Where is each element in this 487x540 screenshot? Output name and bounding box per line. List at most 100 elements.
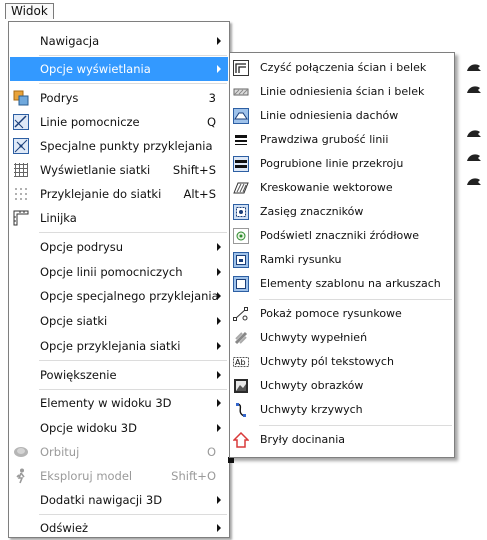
menu-item-label: Orbituj bbox=[40, 445, 80, 459]
submenu-item-label: Linie odniesienia ścian i belek bbox=[260, 85, 425, 98]
separator bbox=[39, 360, 227, 361]
text-handles-icon: Ab bbox=[233, 354, 249, 370]
shortcut-label: 3 bbox=[208, 91, 216, 105]
menu-item-odswiez[interactable]: Odśwież bbox=[10, 516, 228, 540]
menu-item-eksploruj-model[interactable]: Eksploruj model Shift+O bbox=[10, 464, 228, 488]
menu-item-opcje-widoku-3d[interactable]: Opcje widoku 3D bbox=[10, 416, 228, 440]
menu-item-label: Odśwież bbox=[40, 521, 89, 535]
true-line-weight-icon bbox=[233, 132, 249, 148]
menu-item-label: Powiększenie bbox=[40, 368, 117, 382]
menu-widok[interactable]: Widok bbox=[5, 3, 54, 19]
menu-item-label: Opcje widoku 3D bbox=[40, 421, 137, 435]
menu-item-opcje-siatki[interactable]: Opcje siatki bbox=[10, 309, 228, 333]
submenu-item-ramki-rysunku[interactable]: Ramki rysunku bbox=[231, 248, 453, 272]
submenu-arrow-icon bbox=[217, 65, 221, 73]
menu-item-opcje-specjalnego-przyklejania[interactable]: Opcje specjalnego przyklejania bbox=[10, 284, 228, 308]
menu-item-nawigacja[interactable]: Nawigacja bbox=[10, 29, 228, 53]
shortcut-label: Alt+S bbox=[183, 187, 216, 201]
trim-body-icon bbox=[232, 431, 250, 448]
submenu-item-label: Uchwyty krzywych bbox=[260, 403, 363, 416]
submenu-arrow-icon bbox=[217, 243, 221, 251]
submenu-arrow-icon bbox=[217, 524, 221, 532]
submenu-item-elementy-szablonu[interactable]: Elementy szablonu na arkuszach bbox=[231, 272, 453, 296]
menu-item-specjalne-punkty[interactable]: Specjalne punkty przyklejania bbox=[10, 134, 228, 158]
menu-item-label: Opcje linii pomocniczych bbox=[40, 265, 183, 279]
submenu-item-uchwyty-obrazkow[interactable]: Uchwyty obrazków bbox=[231, 374, 453, 398]
menu-item-label: Nawigacja bbox=[40, 34, 100, 48]
submenu-arrow-icon bbox=[217, 317, 221, 325]
shortcut-label: O bbox=[206, 445, 216, 459]
tool-cursor-icon bbox=[466, 128, 482, 142]
menu-item-opcje-podrysu[interactable]: Opcje podrysu bbox=[10, 235, 228, 259]
menu-item-wyswietlanie-siatki[interactable]: Wyświetlanie siatki Shift+S bbox=[10, 158, 228, 182]
submenu-arrow-icon bbox=[217, 371, 221, 379]
separator bbox=[39, 389, 227, 390]
layers-icon bbox=[13, 90, 29, 106]
menu-item-powiekszenie[interactable]: Powiększenie bbox=[10, 363, 228, 387]
submenu-item-podswietl-znaczniki[interactable]: Podświetl znaczniki źródłowe bbox=[231, 224, 453, 248]
submenu-item-label: Elementy szablonu na arkuszach bbox=[260, 277, 441, 290]
submenu-item-label: Ramki rysunku bbox=[260, 253, 342, 266]
view-menu: Nawigacja Opcje wyświetlania Podrys 3 Li… bbox=[8, 21, 230, 538]
menu-item-opcje-linii-pomocniczych[interactable]: Opcje linii pomocniczych bbox=[10, 260, 228, 284]
drawing-aids-icon bbox=[233, 306, 249, 322]
submenu-item-label: Zasięg znaczników bbox=[260, 205, 364, 218]
snap-points-icon bbox=[13, 138, 29, 154]
submenu-item-label: Czyść połączenia ścian i belek bbox=[260, 61, 427, 74]
separator bbox=[39, 514, 227, 515]
shortcut-label: Shift+O bbox=[171, 469, 216, 483]
submenu-item-linie-odniesienia-scian[interactable]: Linie odniesienia ścian i belek bbox=[231, 80, 453, 104]
menu-item-label: Opcje wyświetlania bbox=[40, 62, 151, 76]
menu-item-label: Opcje podrysu bbox=[40, 240, 124, 254]
marker-range-icon bbox=[233, 204, 249, 220]
menu-item-label: Dodatki nawigacji 3D bbox=[40, 493, 163, 507]
tool-cursor-icon bbox=[466, 62, 482, 76]
submenu-item-uchwyty-pol-tekstowych[interactable]: Ab Uchwyty pól tekstowych bbox=[231, 350, 453, 374]
grid-icon bbox=[13, 162, 29, 178]
submenu-item-pogrubione-linie[interactable]: Pogrubione linie przekroju bbox=[231, 152, 453, 176]
submenu-arrow-icon bbox=[217, 342, 221, 350]
submenu-item-zasieg-znacznikow[interactable]: Zasięg znaczników bbox=[231, 200, 453, 224]
submenu-item-uchwyty-wypelnien[interactable]: Uchwyty wypełnień bbox=[231, 326, 453, 350]
walk-icon bbox=[13, 468, 29, 484]
shortcut-label: Q bbox=[206, 115, 216, 129]
menu-item-przyklejanie-do-siatki[interactable]: Przyklejanie do siatki Alt+S bbox=[10, 182, 228, 206]
submenu-item-linie-odniesienia-dachow[interactable]: Linie odniesienia dachów bbox=[231, 104, 453, 128]
wall-reference-icon bbox=[233, 84, 249, 100]
submenu-item-czysc-polaczenia[interactable]: Czyść połączenia ścian i belek bbox=[231, 56, 453, 80]
submenu-item-pokaz-pomoce[interactable]: Pokaż pomoce rysunkowe bbox=[231, 302, 453, 326]
submenu-item-uchwyty-krzywych[interactable]: Uchwyty krzywych bbox=[231, 398, 453, 422]
submenu-item-label: Pogrubione linie przekroju bbox=[260, 157, 404, 170]
submenu-item-prawdziwa-grubosc[interactable]: Prawdziwa grubość linii bbox=[231, 128, 453, 152]
menu-item-linijka[interactable]: Linijka bbox=[10, 206, 228, 230]
snap-grid-icon bbox=[13, 186, 29, 202]
shortcut-label: Shift+S bbox=[172, 163, 216, 177]
menu-item-label: Linijka bbox=[40, 211, 77, 225]
submenu-arrow-icon bbox=[217, 424, 221, 432]
separator bbox=[259, 299, 452, 300]
master-items-icon bbox=[233, 276, 249, 292]
menu-item-linie-pomocnicze[interactable]: Linie pomocnicze Q bbox=[10, 110, 228, 134]
menu-item-podrys[interactable]: Podrys 3 bbox=[10, 86, 228, 110]
menu-item-label: Opcje przyklejania siatki bbox=[40, 339, 181, 353]
menu-item-elementy-3d[interactable]: Elementy w widoku 3D bbox=[10, 391, 228, 415]
bold-section-lines-icon bbox=[233, 156, 249, 172]
menu-item-orbituj[interactable]: Orbituj O bbox=[10, 440, 228, 464]
tool-cursor-icon bbox=[466, 176, 482, 190]
submenu-item-label: Podświetl znaczniki źródłowe bbox=[260, 229, 420, 242]
menu-item-dodatki-nawigacji-3d[interactable]: Dodatki nawigacji 3D bbox=[10, 488, 228, 512]
menu-item-label: Elementy w widoku 3D bbox=[40, 396, 172, 410]
submenu-item-label: Bryły docinania bbox=[260, 433, 346, 446]
tool-cursor-icon bbox=[466, 152, 482, 166]
submenu-item-kreskowanie-wektorowe[interactable]: Kreskowanie wektorowe bbox=[231, 176, 453, 200]
ruler-icon bbox=[13, 210, 29, 226]
tool-cursor-icon bbox=[466, 84, 482, 98]
menu-item-opcje-przyklejania-siatki[interactable]: Opcje przyklejania siatki bbox=[10, 334, 228, 358]
submenu-item-bryly-docinania[interactable]: Bryły docinania bbox=[231, 428, 453, 452]
submenu-arrow-icon bbox=[217, 37, 221, 45]
menu-item-label: Podrys bbox=[40, 91, 79, 105]
curve-handles-icon bbox=[233, 402, 249, 418]
menu-item-label: Specjalne punkty przyklejania bbox=[40, 139, 213, 153]
menu-item-label: Opcje siatki bbox=[40, 314, 108, 328]
menu-item-opcje-wyswietlania[interactable]: Opcje wyświetlania bbox=[10, 57, 228, 81]
